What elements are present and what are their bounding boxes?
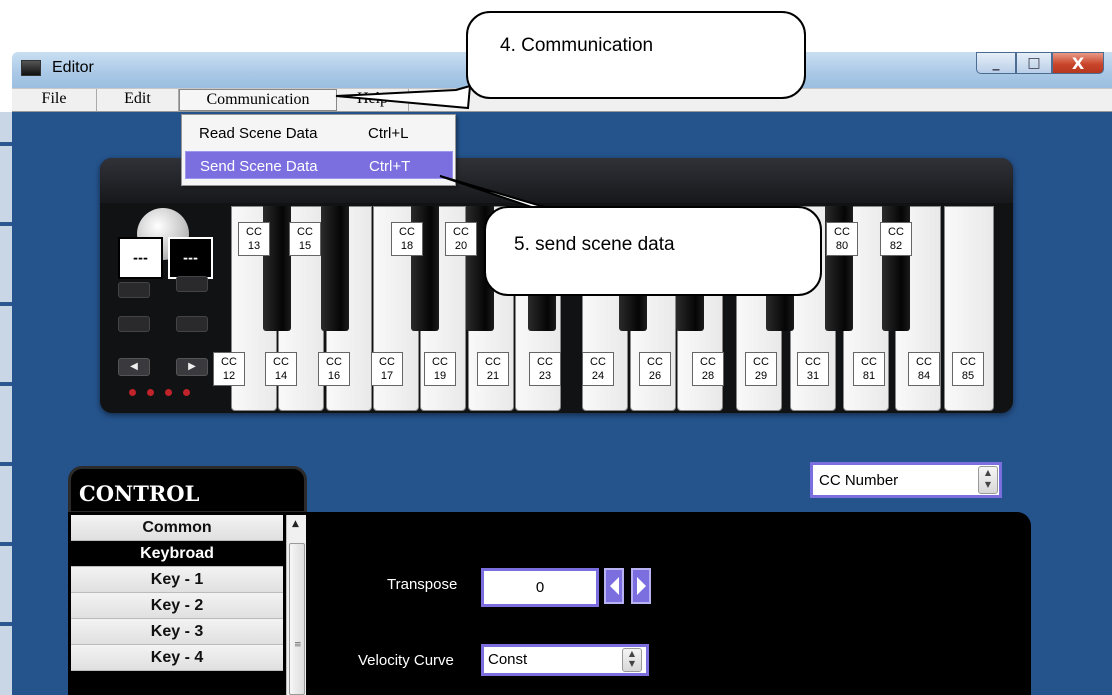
led-indicator bbox=[129, 389, 136, 396]
cc-label-black-key: CC 18 bbox=[391, 222, 423, 256]
menu-edit[interactable]: Edit bbox=[97, 89, 179, 111]
cc-label-white-key: CC 12 bbox=[213, 352, 245, 386]
pitch-down-button[interactable] bbox=[118, 316, 150, 332]
cc-label-white-key: CC 85 bbox=[952, 352, 984, 386]
left-value-display: --- bbox=[118, 237, 163, 279]
select-spinner-icon: ▲ ▼ bbox=[978, 466, 998, 494]
mode-button[interactable] bbox=[118, 282, 150, 298]
minimize-icon: _ bbox=[992, 55, 1000, 71]
velocity-curve-label: Velocity Curve bbox=[358, 652, 454, 669]
grip-icon: ≡ bbox=[294, 640, 302, 650]
window-title: Editor bbox=[52, 59, 94, 76]
list-item-key-1[interactable]: Key - 1 bbox=[71, 567, 283, 593]
cc-label-black-key: CC 15 bbox=[289, 222, 321, 256]
list-item-key-4[interactable]: Key - 4 bbox=[71, 645, 283, 671]
menu-read-scene-data[interactable]: Read Scene Data Ctrl+L bbox=[185, 119, 453, 147]
list-scrollbar[interactable]: ▲ ≡ bbox=[286, 515, 306, 695]
close-button[interactable]: X bbox=[1052, 52, 1104, 74]
cc-label-white-key: CC 29 bbox=[745, 352, 777, 386]
left-arrow-icon bbox=[609, 577, 619, 595]
mod-button[interactable] bbox=[176, 276, 208, 292]
transpose-up-button[interactable] bbox=[631, 568, 651, 604]
cc-label-white-key: CC 26 bbox=[639, 352, 671, 386]
cc-label-white-key: CC 23 bbox=[529, 352, 561, 386]
minimize-button[interactable]: _ bbox=[976, 52, 1016, 74]
menu-send-scene-data[interactable]: Send Scene Data Ctrl+T bbox=[185, 151, 453, 179]
maximize-button[interactable]: □ bbox=[1016, 52, 1052, 74]
octave-up-button[interactable]: ▶ bbox=[176, 358, 208, 376]
right-arrow-icon bbox=[636, 577, 646, 595]
window-controls: _ □ X bbox=[976, 52, 1104, 74]
cc-label-white-key: CC 16 bbox=[318, 352, 350, 386]
transpose-label: Transpose bbox=[387, 576, 458, 593]
led-indicator bbox=[183, 389, 190, 396]
cc-label-white-key: CC 19 bbox=[424, 352, 456, 386]
cc-label-white-key: CC 17 bbox=[371, 352, 403, 386]
cc-label-white-key: CC 14 bbox=[265, 352, 297, 386]
background-window-edge bbox=[0, 112, 12, 695]
black-key[interactable] bbox=[321, 206, 349, 331]
communication-dropdown: Read Scene Data Ctrl+L Send Scene Data C… bbox=[181, 114, 456, 186]
menu-communication[interactable]: Communication bbox=[179, 89, 337, 111]
led-indicator bbox=[147, 389, 154, 396]
list-item-common[interactable]: Common bbox=[71, 515, 283, 541]
pitch-up-button[interactable] bbox=[176, 316, 208, 332]
control-header: CONTROL bbox=[68, 466, 307, 514]
cc-label-white-key: CC 21 bbox=[477, 352, 509, 386]
right-arrow-icon: ▶ bbox=[188, 361, 196, 372]
menu-help[interactable]: Help bbox=[337, 89, 409, 111]
list-item-key-3[interactable]: Key - 3 bbox=[71, 619, 283, 645]
callout-send-scene-data: 5. send scene data bbox=[484, 206, 822, 296]
right-value-display: --- bbox=[168, 237, 213, 279]
scroll-up-icon[interactable]: ▲ bbox=[292, 519, 299, 529]
cc-label-black-key: CC 80 bbox=[826, 222, 858, 256]
control-list: Common Keybroad Key - 1 Key - 2 Key - 3 … bbox=[68, 512, 308, 695]
callout-communication: 4. Communication bbox=[466, 11, 806, 99]
cc-label-white-key: CC 81 bbox=[853, 352, 885, 386]
list-item-keybroad[interactable]: Keybroad bbox=[71, 541, 283, 567]
menu-file[interactable]: File bbox=[12, 89, 97, 111]
maximize-icon: □ bbox=[1027, 55, 1041, 71]
select-spinner-icon: ▲ ▼ bbox=[622, 648, 642, 672]
list-item-key-2[interactable]: Key - 2 bbox=[71, 593, 283, 619]
cc-label-white-key: CC 24 bbox=[582, 352, 614, 386]
scroll-thumb[interactable]: ≡ bbox=[289, 543, 305, 695]
led-indicator bbox=[165, 389, 172, 396]
transpose-input[interactable]: 0 bbox=[481, 568, 599, 607]
octave-down-button[interactable]: ◀ bbox=[118, 358, 150, 376]
close-icon: X bbox=[1071, 53, 1085, 73]
velocity-curve-select[interactable]: Const ▲ ▼ bbox=[481, 644, 649, 676]
cc-label-black-key: CC 20 bbox=[445, 222, 477, 256]
transpose-down-button[interactable] bbox=[604, 568, 624, 604]
mode-select[interactable]: CC Number ▲ ▼ bbox=[810, 462, 1002, 498]
app-icon bbox=[21, 60, 41, 76]
left-arrow-icon: ◀ bbox=[130, 361, 138, 372]
cc-label-black-key: CC 13 bbox=[238, 222, 270, 256]
cc-label-white-key: CC 84 bbox=[908, 352, 940, 386]
cc-label-white-key: CC 28 bbox=[692, 352, 724, 386]
cc-label-white-key: CC 31 bbox=[797, 352, 829, 386]
cc-label-black-key: CC 82 bbox=[880, 222, 912, 256]
